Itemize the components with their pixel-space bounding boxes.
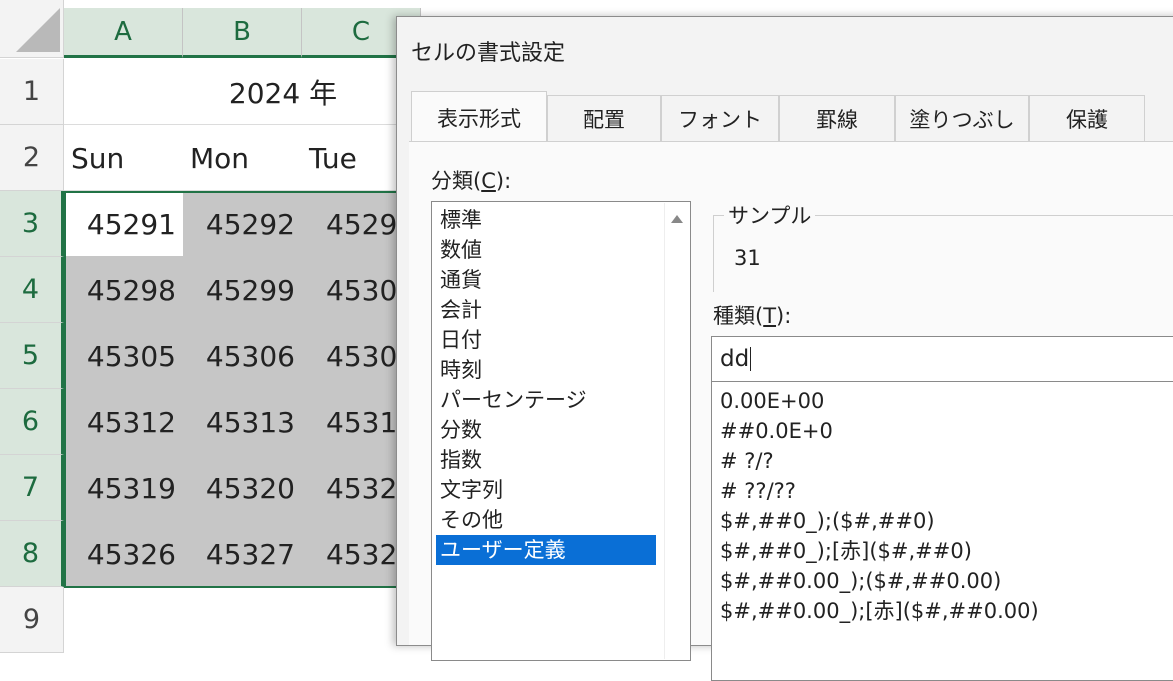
row-header-4[interactable]: 4 bbox=[0, 257, 64, 323]
cell-a6[interactable]: 45312 bbox=[64, 389, 182, 455]
category-item-fraction[interactable]: 分数 bbox=[436, 415, 656, 445]
sample-group: サンプル 31 bbox=[713, 200, 1173, 292]
category-item-general[interactable]: 標準 bbox=[436, 205, 656, 235]
cell-b5[interactable]: 45306 bbox=[183, 323, 301, 389]
title-cell-text: 2024 年 bbox=[228, 76, 338, 110]
select-all-triangle-icon bbox=[16, 8, 60, 52]
tab-alignment[interactable]: 配置 bbox=[547, 95, 661, 141]
row-header-7[interactable]: 7 bbox=[0, 455, 64, 521]
text-caret bbox=[750, 347, 752, 371]
category-item-scientific[interactable]: 指数 bbox=[436, 445, 656, 475]
cell-a3[interactable]: 45291 bbox=[64, 191, 182, 257]
format-item[interactable]: $#,##0_);[赤]($#,##0) bbox=[720, 536, 972, 566]
category-item-date[interactable]: 日付 bbox=[436, 325, 656, 355]
cell-b6[interactable]: 45313 bbox=[183, 389, 301, 455]
category-label-accesskey: C bbox=[481, 169, 496, 193]
type-label-end: ): bbox=[776, 304, 792, 328]
row-header-5[interactable]: 5 bbox=[0, 323, 64, 389]
format-item[interactable]: $#,##0.00_);[赤]($#,##0.00) bbox=[720, 596, 1039, 626]
category-label-text: 分類( bbox=[431, 169, 482, 193]
category-list[interactable]: 標準 数値 通貨 会計 日付 時刻 パーセンテージ 分数 指数 文字列 その他 … bbox=[431, 201, 691, 661]
format-item[interactable]: # ??/?? bbox=[720, 476, 796, 506]
category-item-accounting[interactable]: 会計 bbox=[436, 295, 656, 325]
format-item[interactable]: ##0.0E+0 bbox=[720, 416, 833, 446]
sample-value: 31 bbox=[734, 246, 761, 270]
cell-b4[interactable]: 45299 bbox=[183, 257, 301, 323]
type-input-value: dd bbox=[720, 346, 750, 372]
tab-border[interactable]: 罫線 bbox=[779, 95, 895, 141]
tab-fill[interactable]: 塗りつぶし bbox=[895, 95, 1029, 141]
type-label-text: 種類( bbox=[713, 304, 764, 328]
category-item-percentage[interactable]: パーセンテージ bbox=[436, 385, 656, 415]
category-item-number[interactable]: 数値 bbox=[436, 235, 656, 265]
row-header-8[interactable]: 8 bbox=[0, 521, 64, 587]
category-item-text[interactable]: 文字列 bbox=[436, 475, 656, 505]
cell-a5[interactable]: 45305 bbox=[64, 323, 182, 389]
category-item-custom[interactable]: ユーザー定義 bbox=[436, 535, 656, 565]
row-header-6[interactable]: 6 bbox=[0, 389, 64, 455]
tab-font[interactable]: フォント bbox=[661, 95, 779, 141]
sample-label: サンプル bbox=[724, 200, 816, 230]
category-label: 分類(C): bbox=[431, 165, 511, 195]
format-list[interactable]: 0.00E+00 ##0.0E+0 # ?/? # ??/?? $#,##0_)… bbox=[711, 381, 1173, 681]
cell-a7[interactable]: 45319 bbox=[64, 455, 182, 521]
cell-a8[interactable]: 45326 bbox=[64, 521, 182, 587]
type-label-accesskey: T bbox=[763, 304, 777, 328]
category-item-currency[interactable]: 通貨 bbox=[436, 265, 656, 295]
format-item[interactable]: $#,##0.00_);($#,##0.00) bbox=[720, 566, 1001, 596]
format-cells-dialog: セルの書式設定 表示形式 配置 フォント 罫線 塗りつぶし 保護 分類(C): … bbox=[396, 16, 1173, 681]
category-label-end: ): bbox=[495, 169, 512, 193]
cell-a4[interactable]: 45298 bbox=[64, 257, 182, 323]
cell-a2[interactable]: Sun bbox=[64, 125, 182, 191]
row-header-1[interactable]: 1 bbox=[0, 59, 64, 125]
cell-b7[interactable]: 45320 bbox=[183, 455, 301, 521]
type-input[interactable]: dd bbox=[711, 336, 1173, 382]
category-item-time[interactable]: 時刻 bbox=[436, 355, 656, 385]
scroll-up-arrow-icon[interactable] bbox=[671, 215, 683, 223]
cell-b8[interactable]: 45327 bbox=[183, 521, 301, 587]
format-item[interactable]: $#,##0_);($#,##0) bbox=[720, 506, 935, 536]
category-scrollbar[interactable] bbox=[664, 203, 689, 659]
tab-protection[interactable]: 保護 bbox=[1029, 95, 1145, 141]
type-label: 種類(T): bbox=[713, 300, 791, 330]
format-item[interactable]: 0.00E+00 bbox=[720, 386, 824, 416]
format-item[interactable]: # ?/? bbox=[720, 446, 774, 476]
cell-b2[interactable]: Mon bbox=[183, 125, 301, 191]
select-all-corner[interactable] bbox=[0, 0, 64, 58]
category-item-special[interactable]: その他 bbox=[436, 505, 656, 535]
column-header-a[interactable]: A bbox=[64, 8, 183, 58]
tab-number-format[interactable]: 表示形式 bbox=[411, 91, 547, 143]
row-header-3[interactable]: 3 bbox=[0, 191, 64, 257]
cell-b3[interactable]: 45292 bbox=[183, 191, 301, 257]
dialog-title: セルの書式設定 bbox=[411, 41, 566, 66]
column-header-b[interactable]: B bbox=[183, 8, 302, 58]
row-header-9[interactable]: 9 bbox=[0, 587, 64, 653]
row-header-2[interactable]: 2 bbox=[0, 125, 64, 191]
